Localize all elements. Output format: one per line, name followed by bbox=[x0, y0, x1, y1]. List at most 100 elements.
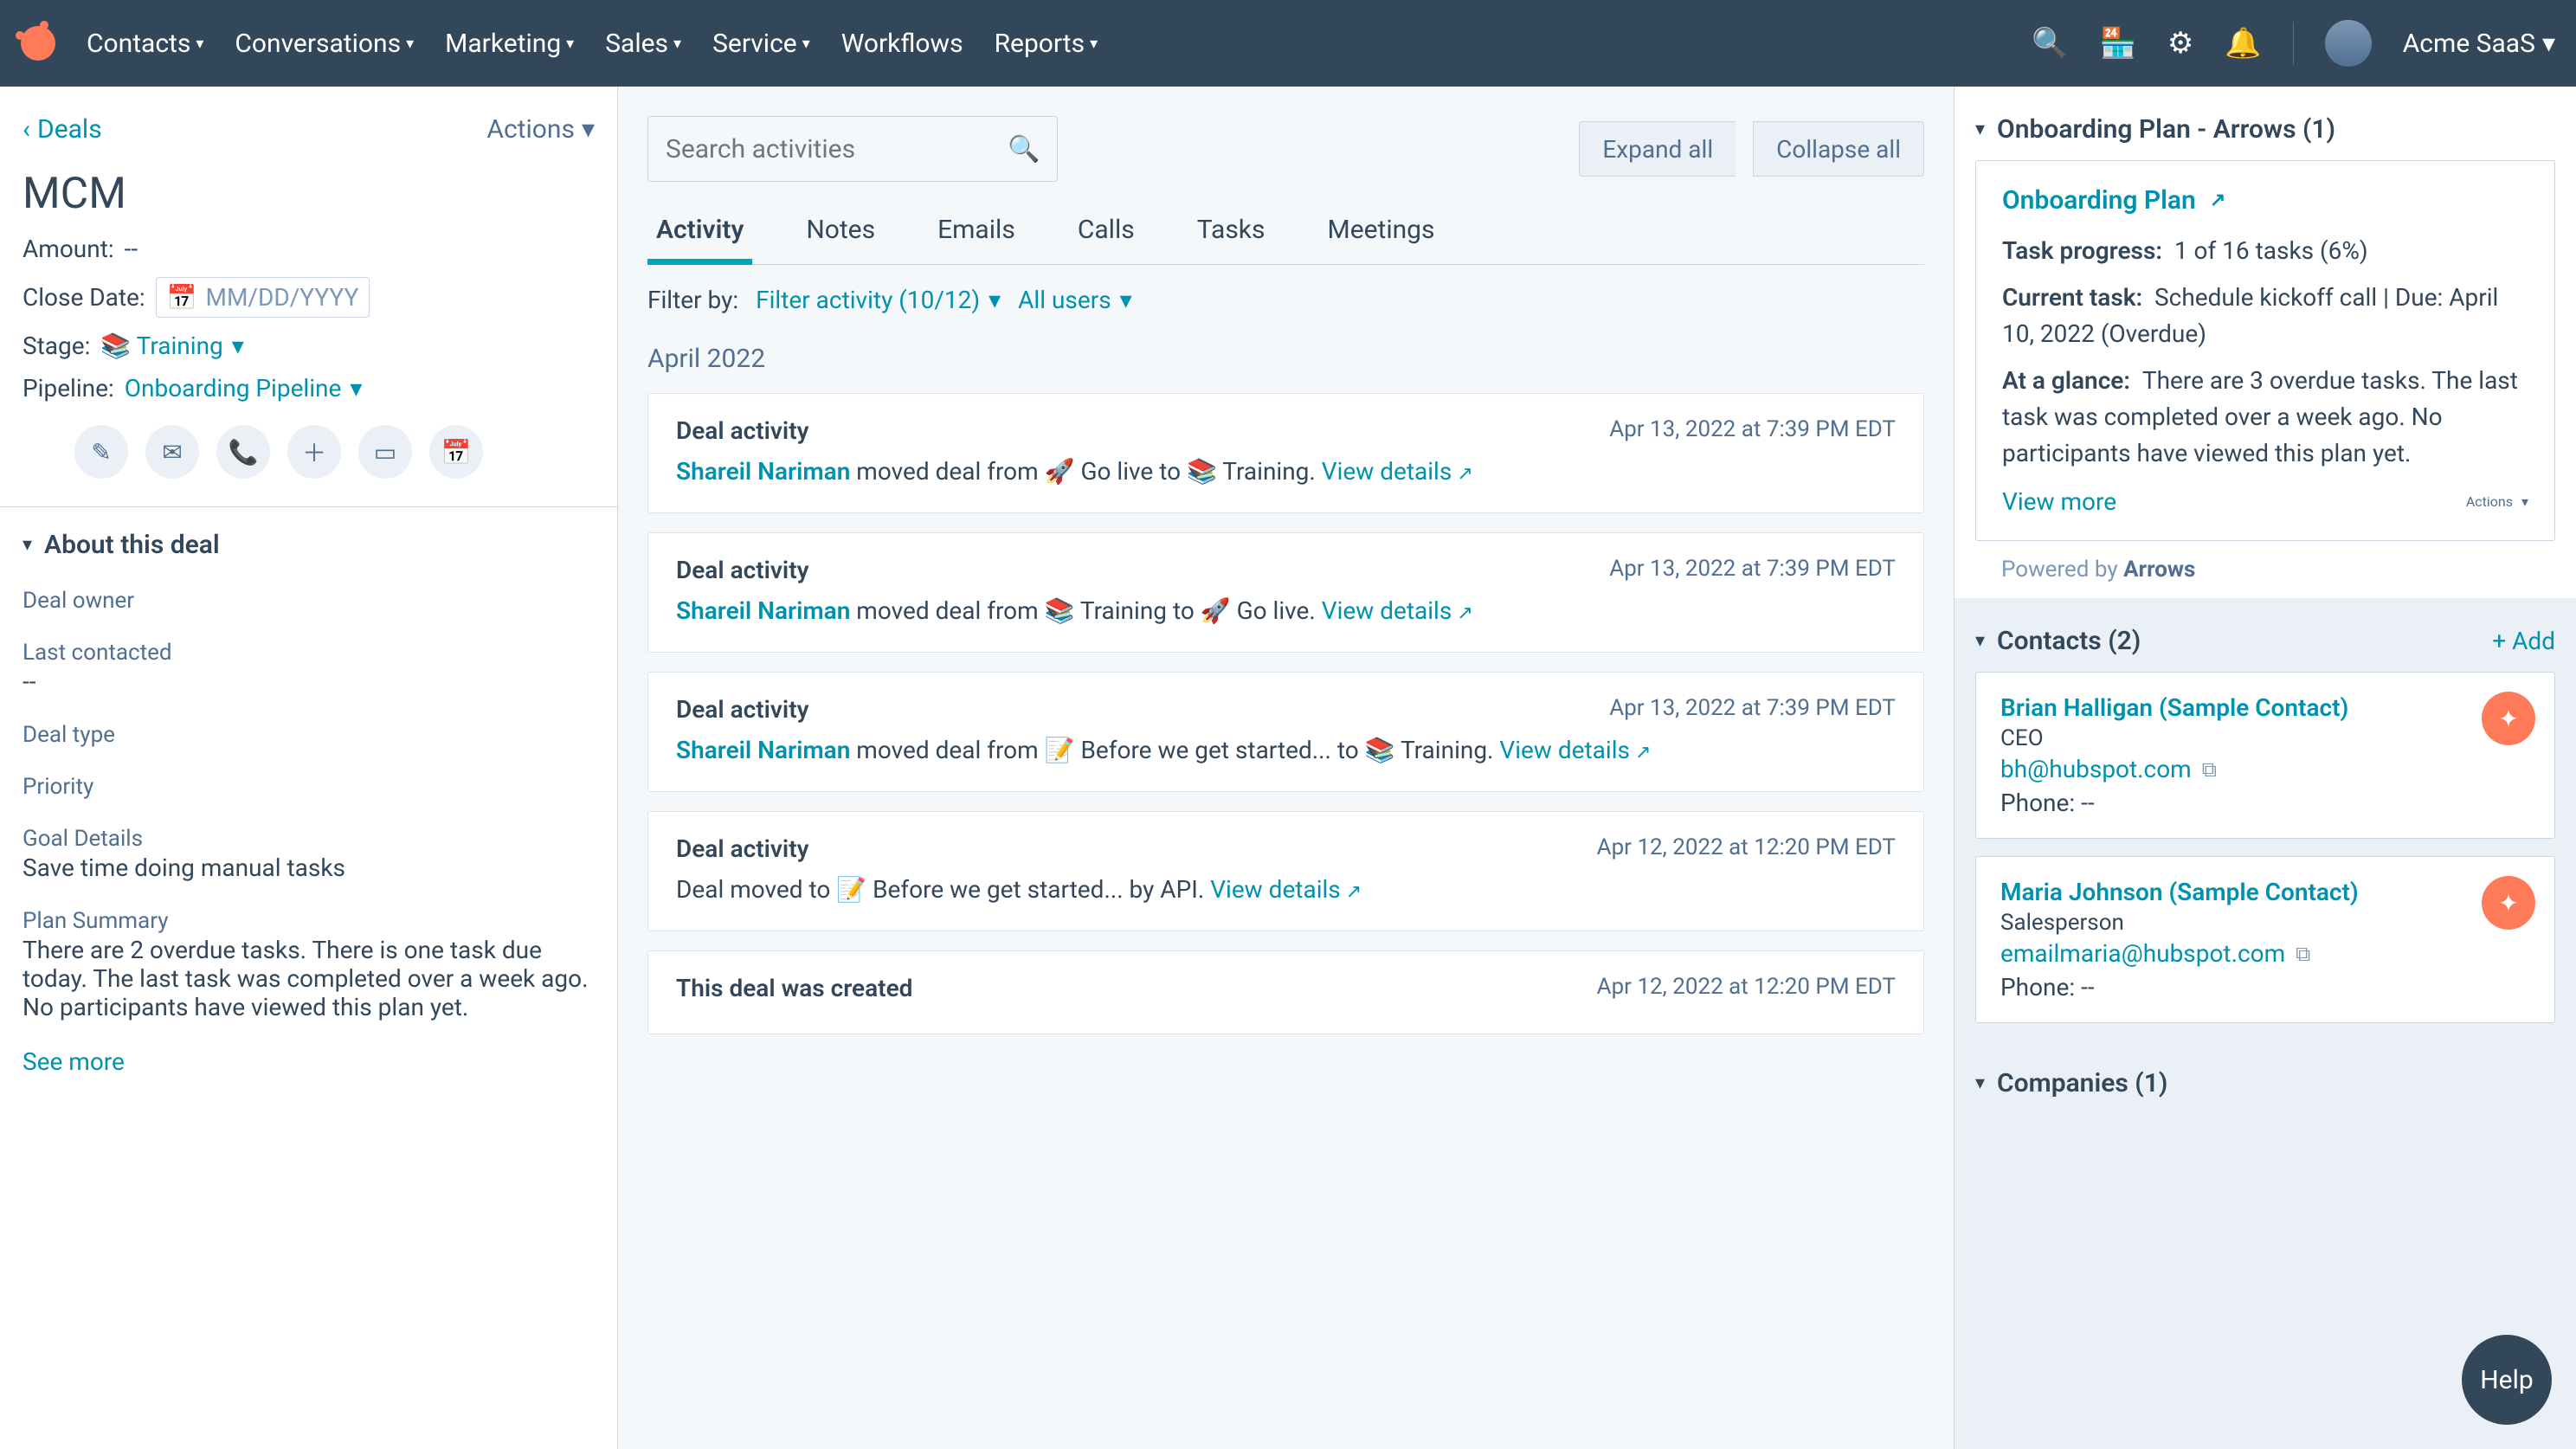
nav-conversations[interactable]: Conversations▾ bbox=[235, 29, 414, 59]
nav-divider bbox=[2293, 22, 2294, 65]
about-section: ▾ About this deal Deal owner Last contac… bbox=[0, 507, 617, 1098]
close-date-input[interactable]: 📅 MM/DD/YYYY bbox=[156, 277, 370, 318]
onboarding-card: Onboarding Plan↗ Task progress: 1 of 16 … bbox=[1975, 160, 2555, 541]
contacts-section: ▾ Contacts (2) + Add ✦Brian Halligan (Sa… bbox=[1955, 598, 2576, 1023]
priority-field[interactable]: Priority bbox=[23, 774, 595, 800]
view-details-link[interactable]: View details↗ bbox=[1322, 596, 1473, 625]
about-toggle[interactable]: ▾ About this deal bbox=[23, 530, 595, 560]
note-icon[interactable]: ✎ bbox=[74, 425, 128, 479]
help-button[interactable]: Help bbox=[2462, 1335, 2552, 1425]
email-icon[interactable]: ✉ bbox=[145, 425, 199, 479]
contact-email-link[interactable]: bh@hubspot.com⧉ bbox=[2000, 755, 2217, 783]
nav-marketing[interactable]: Marketing▾ bbox=[445, 29, 574, 59]
tab-notes[interactable]: Notes bbox=[797, 201, 884, 264]
companies-section: ▾ Companies (1) bbox=[1955, 1040, 2576, 1098]
expand-all-button[interactable]: Expand all bbox=[1579, 121, 1736, 177]
left-panel: ‹Deals Actions▾ MCM Amount: -- Close Dat… bbox=[0, 87, 618, 1449]
marketplace-icon[interactable]: 🏪 bbox=[2100, 26, 2136, 61]
contact-role: CEO bbox=[2000, 725, 2530, 751]
filter-activity-dropdown[interactable]: Filter activity (10/12)▾ bbox=[756, 286, 1001, 314]
activity-card: Deal activityApr 12, 2022 at 12:20 PM ED… bbox=[647, 811, 1924, 931]
activity-user-link[interactable]: Shareil Nariman bbox=[676, 596, 850, 625]
nav-service[interactable]: Service▾ bbox=[712, 29, 810, 59]
copy-icon[interactable]: ⧉ bbox=[2202, 757, 2217, 782]
filter-users-dropdown[interactable]: All users▾ bbox=[1018, 286, 1132, 314]
chevron-left-icon: ‹ bbox=[23, 114, 30, 145]
onboarding-section-toggle[interactable]: ▾ Onboarding Plan - Arrows (1) bbox=[1975, 114, 2555, 145]
nav-workflows[interactable]: Workflows bbox=[841, 29, 963, 59]
chevron-down-icon: ▾ bbox=[1975, 119, 1985, 140]
meeting-icon[interactable]: 📅 bbox=[429, 425, 483, 479]
pipeline-label: Pipeline: bbox=[23, 374, 114, 402]
collapse-all-button[interactable]: Collapse all bbox=[1753, 121, 1924, 177]
nav-sales[interactable]: Sales▾ bbox=[605, 29, 681, 59]
task-icon[interactable]: ▭ bbox=[358, 425, 412, 479]
log-icon[interactable]: ＋ bbox=[287, 425, 341, 479]
stage-label: Stage: bbox=[23, 332, 90, 360]
caret-down-icon: ▾ bbox=[1090, 35, 1098, 53]
contact-name-link[interactable]: Brian Halligan (Sample Contact) bbox=[2000, 693, 2530, 722]
hubspot-logo-icon[interactable] bbox=[21, 26, 55, 61]
stage-dropdown[interactable]: 📚 Training▾ bbox=[100, 332, 243, 360]
settings-gear-icon[interactable]: ⚙ bbox=[2167, 26, 2193, 61]
notifications-bell-icon[interactable]: 🔔 bbox=[2225, 26, 2261, 61]
contact-email-link[interactable]: emailmaria@hubspot.com⧉ bbox=[2000, 939, 2310, 968]
onboarding-section-title: Onboarding Plan - Arrows (1) bbox=[1997, 114, 2335, 145]
contact-phone: Phone: -- bbox=[2000, 789, 2530, 817]
back-deals-link[interactable]: ‹Deals bbox=[23, 114, 102, 145]
activity-title: Deal activity bbox=[676, 556, 809, 584]
chevron-down-icon: ▾ bbox=[1975, 630, 1985, 652]
close-date-row: Close Date: 📅 MM/DD/YYYY bbox=[23, 277, 595, 318]
see-more-link[interactable]: See more bbox=[23, 1047, 595, 1076]
deal-actions-dropdown[interactable]: Actions▾ bbox=[486, 114, 595, 145]
caret-down-icon: ▾ bbox=[1120, 286, 1132, 314]
nav-items: Contacts▾ Conversations▾ Marketing▾ Sale… bbox=[87, 29, 1098, 59]
tab-calls[interactable]: Calls bbox=[1069, 201, 1143, 264]
activity-title: Deal activity bbox=[676, 695, 809, 724]
deal-type-field[interactable]: Deal type bbox=[23, 722, 595, 748]
view-details-link[interactable]: View details↗ bbox=[1499, 736, 1651, 764]
user-avatar[interactable] bbox=[2325, 20, 2372, 67]
task-progress-value: 1 of 16 tasks (6%) bbox=[2174, 236, 2368, 265]
add-contact-link[interactable]: + Add bbox=[2492, 627, 2555, 655]
activity-timestamp: Apr 13, 2022 at 7:39 PM EDT bbox=[1609, 556, 1896, 584]
caret-down-icon: ▾ bbox=[2521, 493, 2528, 510]
tab-emails[interactable]: Emails bbox=[929, 201, 1024, 264]
activity-user-link[interactable]: Shareil Nariman bbox=[676, 736, 850, 764]
pipeline-dropdown[interactable]: Onboarding Pipeline▾ bbox=[125, 374, 363, 402]
view-more-link[interactable]: View more bbox=[2002, 487, 2116, 516]
tab-tasks[interactable]: Tasks bbox=[1188, 201, 1274, 264]
close-date-placeholder: MM/DD/YYYY bbox=[206, 283, 359, 312]
contact-avatar-icon[interactable]: ✦ bbox=[2482, 876, 2535, 930]
search-input[interactable] bbox=[666, 134, 995, 164]
account-menu[interactable]: Acme SaaS▾ bbox=[2403, 29, 2555, 59]
contact-avatar-icon[interactable]: ✦ bbox=[2482, 692, 2535, 745]
companies-section-toggle[interactable]: ▾ Companies (1) bbox=[1975, 1068, 2555, 1098]
view-details-link[interactable]: View details↗ bbox=[1210, 875, 1362, 904]
contact-phone: Phone: -- bbox=[2000, 973, 2530, 1001]
contact-card: ✦Maria Johnson (Sample Contact)Salespers… bbox=[1975, 856, 2555, 1023]
powered-by: Powered by Arrows bbox=[1975, 541, 2555, 583]
copy-icon[interactable]: ⧉ bbox=[2296, 942, 2310, 966]
tab-meetings[interactable]: Meetings bbox=[1319, 201, 1444, 264]
deal-owner-field[interactable]: Deal owner bbox=[23, 588, 595, 614]
contacts-section-toggle[interactable]: ▾ Contacts (2) + Add bbox=[1975, 626, 2555, 656]
tab-activity[interactable]: Activity bbox=[647, 201, 752, 264]
activity-tabs: Activity Notes Emails Calls Tasks Meetin… bbox=[647, 201, 1924, 265]
nav-reports[interactable]: Reports▾ bbox=[995, 29, 1098, 59]
external-link-icon: ↗ bbox=[2210, 190, 2225, 211]
view-details-link[interactable]: View details↗ bbox=[1322, 457, 1473, 486]
caret-down-icon: ▾ bbox=[350, 374, 362, 402]
at-glance-label: At a glance: bbox=[2002, 366, 2130, 395]
search-icon[interactable]: 🔍 bbox=[2032, 26, 2068, 61]
search-activities-input[interactable]: 🔍 bbox=[647, 116, 1058, 182]
onboarding-actions-dropdown[interactable]: Actions▾ bbox=[2466, 487, 2528, 516]
contact-name-link[interactable]: Maria Johnson (Sample Contact) bbox=[2000, 878, 2530, 906]
onboarding-plan-link[interactable]: Onboarding Plan↗ bbox=[2002, 185, 2225, 216]
call-icon[interactable]: 📞 bbox=[216, 425, 270, 479]
nav-contacts[interactable]: Contacts▾ bbox=[87, 29, 203, 59]
contacts-section-title: Contacts (2) bbox=[1997, 626, 2141, 656]
activity-user-link[interactable]: Shareil Nariman bbox=[676, 457, 850, 486]
activity-card: Deal activity Apr 13, 2022 at 7:39 PM EDT… bbox=[647, 532, 1924, 653]
last-contacted-field: Last contacted -- bbox=[23, 640, 595, 696]
